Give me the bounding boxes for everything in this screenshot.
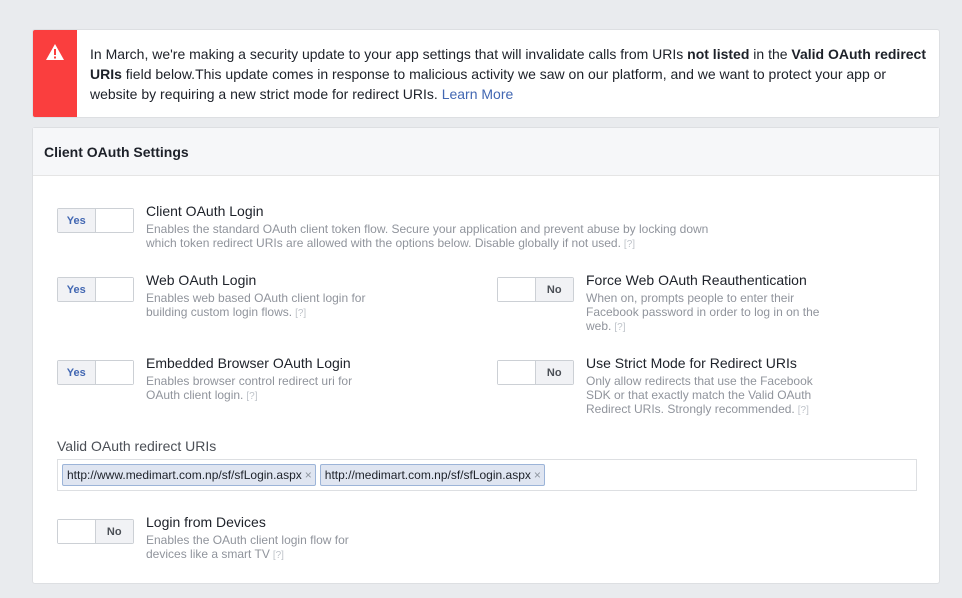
embedded-browser-oauth-title: Embedded Browser OAuth Login xyxy=(146,355,351,371)
uri-token-text: http://www.medimart.com.np/sf/sfLogin.as… xyxy=(67,468,302,482)
toggle-knob xyxy=(58,520,96,543)
learn-more-link[interactable]: Learn More xyxy=(442,86,514,102)
alert-emphasis: not listed xyxy=(687,46,750,62)
login-from-devices-desc: Enables the OAuth client login flow for … xyxy=(146,533,376,563)
uri-token-text: http://medimart.com.np/sf/sfLogin.aspx xyxy=(324,468,531,482)
toggle-knob xyxy=(95,278,133,301)
force-web-reauth-toggle[interactable]: No xyxy=(497,277,574,302)
help-icon[interactable]: [?] xyxy=(246,391,257,402)
uri-token[interactable]: http://www.medimart.com.np/sf/sfLogin.as… xyxy=(62,464,316,486)
help-icon[interactable]: [?] xyxy=(798,405,809,416)
force-web-reauth-title: Force Web OAuth Reauthentication xyxy=(586,272,807,288)
redirect-uris-field[interactable]: http://www.medimart.com.np/sf/sfLogin.as… xyxy=(57,459,917,491)
toggle-knob xyxy=(498,278,536,301)
setting-description: Enables the OAuth client login flow for … xyxy=(146,533,349,561)
client-oauth-login-desc: Enables the standard OAuth client token … xyxy=(146,222,716,252)
toggle-state-label: No xyxy=(535,278,573,301)
toggle-state-label: Yes xyxy=(58,361,96,384)
strict-mode-toggle[interactable]: No xyxy=(497,360,574,385)
toggle-knob xyxy=(498,361,536,384)
help-icon[interactable]: [?] xyxy=(273,550,284,561)
help-icon[interactable]: [?] xyxy=(295,308,306,319)
embedded-browser-oauth-desc: Enables browser control redirect uri for… xyxy=(146,374,376,404)
uri-token[interactable]: http://medimart.com.np/sf/sfLogin.aspx × xyxy=(319,464,545,486)
embedded-browser-oauth-toggle[interactable]: Yes xyxy=(57,360,134,385)
strict-mode-desc: Only allow redirects that use the Facebo… xyxy=(586,374,826,418)
toggle-state-label: Yes xyxy=(58,209,96,232)
redirect-uri-input[interactable] xyxy=(548,464,912,486)
setting-description: Only allow redirects that use the Facebo… xyxy=(586,374,813,416)
toggle-knob xyxy=(95,361,133,384)
toggle-state-label: Yes xyxy=(58,278,96,301)
client-oauth-login-toggle[interactable]: Yes xyxy=(57,208,134,233)
toggle-state-label: No xyxy=(535,361,573,384)
toggle-state-label: No xyxy=(95,520,133,543)
security-alert: In March, we're making a security update… xyxy=(32,29,940,118)
login-from-devices-toggle[interactable]: No xyxy=(57,519,134,544)
web-oauth-login-toggle[interactable]: Yes xyxy=(57,277,134,302)
client-oauth-login-title: Client OAuth Login xyxy=(146,203,264,219)
alert-message: In March, we're making a security update… xyxy=(77,30,939,117)
alert-text: in the xyxy=(749,46,792,62)
web-oauth-login-desc: Enables web based OAuth client login for… xyxy=(146,291,376,321)
warning-icon xyxy=(46,44,64,60)
strict-mode-title: Use Strict Mode for Redirect URIs xyxy=(586,355,797,371)
client-oauth-settings-panel: Client OAuth Settings Yes Client OAuth L… xyxy=(32,127,940,584)
alert-stripe xyxy=(33,30,77,117)
login-from-devices-title: Login from Devices xyxy=(146,514,266,530)
redirect-uris-label: Valid OAuth redirect URIs xyxy=(57,438,217,454)
web-oauth-login-title: Web OAuth Login xyxy=(146,272,257,288)
help-icon[interactable]: [?] xyxy=(614,322,625,333)
help-icon[interactable]: [?] xyxy=(624,239,635,250)
toggle-knob xyxy=(95,209,133,232)
alert-text: In March, we're making a security update… xyxy=(90,46,688,62)
setting-description: Enables web based OAuth client login for… xyxy=(146,291,366,319)
force-web-reauth-desc: When on, prompts people to enter their F… xyxy=(586,291,831,335)
panel-title: Client OAuth Settings xyxy=(33,128,939,176)
remove-token-icon[interactable]: × xyxy=(305,468,312,482)
remove-token-icon[interactable]: × xyxy=(534,468,541,482)
